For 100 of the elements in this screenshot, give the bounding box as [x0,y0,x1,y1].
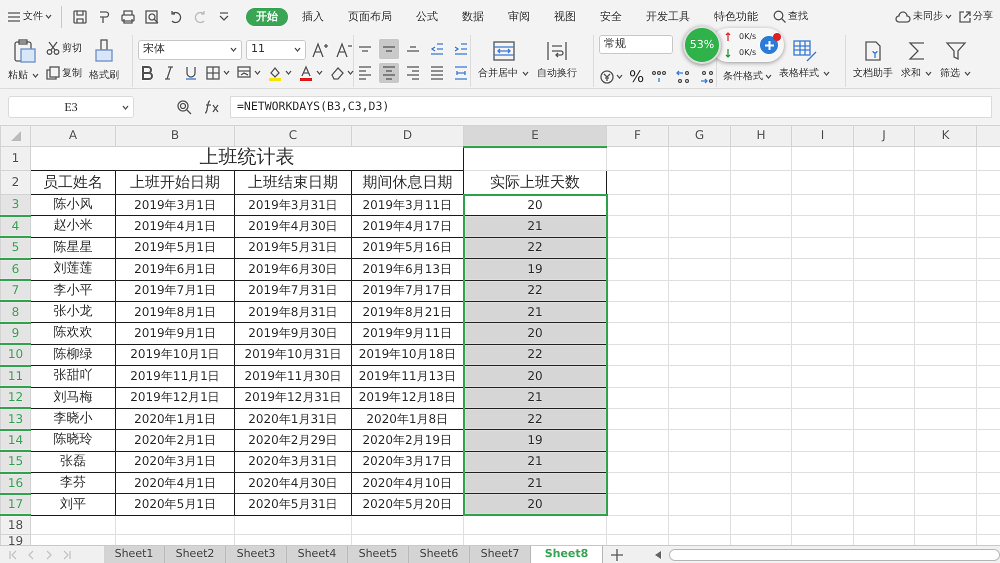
table-cell: 2019年7月1日 [116,280,234,302]
table-cell: 2019年9月30日 [234,322,352,344]
table-cell: 2019年5月31日 [234,237,352,259]
ribbon-tab[interactable]: 安全 [590,8,632,26]
merge-center-button[interactable]: 合并居中 [476,40,531,81]
table-cell: 张甜吖 [30,366,116,388]
table-cell: 陈柳绿 [30,344,116,366]
sheet-tab[interactable]: Sheet5 [348,546,409,563]
paste-button[interactable]: 粘贴 [6,38,41,83]
table-cell: 陈小风 [30,194,116,216]
column-header[interactable]: F [606,126,668,146]
table-cell: 2019年12月31日 [234,387,352,408]
row-header[interactable]: 18 [0,515,30,534]
currency-button[interactable] [599,68,624,85]
scrollbar-thumb[interactable] [669,548,1000,560]
table-cell: 21 [464,472,606,494]
format-button[interactable] [204,64,231,82]
alignment-button[interactable] [378,62,398,82]
download-speed: 0K/s [739,47,756,59]
table-cell: 20 [464,366,606,388]
column-header[interactable]: K [914,126,976,146]
column-header[interactable]: C [234,126,352,146]
ribbon-tab[interactable]: 数据 [452,8,494,26]
cloud-icon [895,10,911,22]
number-format-select[interactable]: 常规 [599,35,673,54]
caret-icon [347,70,354,75]
table-cell: 刘马梅 [30,387,116,408]
caret-icon [45,14,52,19]
column-header[interactable]: I [792,126,854,146]
row-header[interactable]: 2 [0,170,30,194]
column-title: 员工姓名 [30,170,116,194]
percent-button[interactable]: % [628,64,646,90]
column-header[interactable]: G [668,126,730,146]
caret-icon [316,70,323,75]
ribbon-tab[interactable]: 页面布局 [338,8,402,26]
cut-button[interactable]: 剪切 [45,40,83,56]
sum-button[interactable]: 求和 [899,40,934,81]
file-menu[interactable]: 文件 [6,8,53,25]
row-header[interactable]: 1 [0,146,30,170]
eraser-icon [329,64,345,80]
table-cell: 2020年3月31日 [234,451,352,473]
ribbon-tab[interactable]: 公式 [406,8,448,26]
document-assistant-button[interactable]: 文档助手 [851,40,895,81]
scroll-left-icon[interactable] [655,550,661,558]
table-cell: 20 [464,494,606,516]
sheet-tab[interactable]: Sheet6 [409,546,470,563]
caret-icon [945,14,952,19]
filter-button[interactable]: 筛选 [938,40,973,81]
table-style-button[interactable]: 表格样式 [777,40,832,81]
sheet-tab[interactable]: Sheet1 [104,546,165,563]
print-icon [120,8,136,24]
ribbon-tab[interactable]: 插入 [292,8,334,26]
search-icon [773,10,786,23]
currency-icon [600,70,614,84]
table-cell: 22 [464,344,606,366]
format-button[interactable] [297,64,324,82]
align-center-icon [382,66,396,80]
table-cell: 2019年8月31日 [234,301,352,323]
column-header[interactable]: D [352,126,464,146]
table-cell: 2020年2月1日 [116,430,234,452]
column-header[interactable]: H [730,126,792,146]
copy-button[interactable]: 复制 [45,64,83,82]
format-painter-button[interactable]: 格式刷 [87,38,121,83]
sheet-tab[interactable]: Sheet7 [470,546,531,563]
name-box[interactable]: E3 [8,96,134,118]
filter-icon [944,40,966,62]
ribbon-tab[interactable]: 特色功能 [704,8,768,26]
ribbon-tab[interactable]: 审阅 [498,8,540,26]
table-cell: 21 [464,216,606,238]
sheet-tab[interactable]: Sheet2 [165,546,226,563]
font-select[interactable]: 宋体 [138,40,242,60]
column-header[interactable]: A [30,126,116,146]
add-button[interactable] [760,36,778,54]
share-button[interactable]: 分享 [957,8,994,25]
font-grow-icon [311,42,329,58]
conditional-format-button[interactable]: 条件格式 [722,68,773,84]
sheet-tab[interactable]: Sheet4 [287,546,348,563]
ribbon-tab[interactable]: 视图 [544,8,586,26]
search-button[interactable]: 查找 [772,8,809,25]
table-cell: 2019年3月1日 [116,194,234,216]
table-cell: 2019年10月1日 [116,344,234,366]
table-cell: 2019年4月1日 [116,216,234,238]
align-outdent-icon [430,42,444,54]
sync-button[interactable]: 未同步 [894,8,953,25]
table-cell: 2020年2月29日 [234,430,352,452]
upload-speed: 0K/s [739,31,756,43]
caret-icon [223,70,230,75]
ribbon-tab[interactable]: 开发工具 [636,8,700,26]
column-header[interactable]: B [116,126,234,146]
font-size-select[interactable]: 11 [246,40,306,60]
column-header[interactable]: E [464,126,606,146]
table-cell: 2019年11月30日 [234,366,352,388]
underline-icon [183,64,199,80]
wrap-text-button[interactable]: 自动换行 [535,40,579,81]
sheet-tab[interactable]: Sheet3 [226,546,287,563]
column-header[interactable]: J [854,126,914,146]
formula-field[interactable]: =NETWORKDAYS(B3,C3,D3) [230,96,992,118]
share-icon [958,10,971,23]
table-cell: 21 [464,387,606,408]
alignment-button[interactable] [378,38,398,58]
